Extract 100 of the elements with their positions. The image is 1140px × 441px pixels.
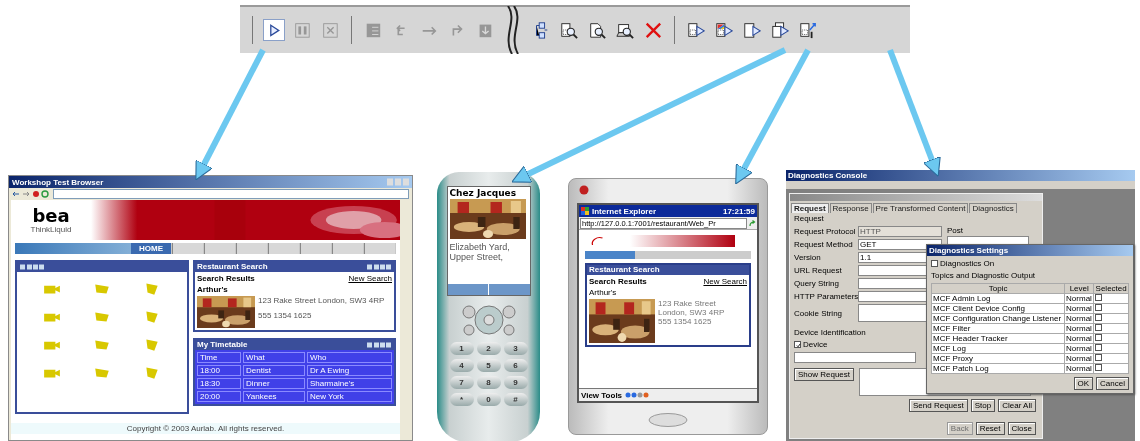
keypad-key[interactable]: 4 [449,359,474,372]
table-cell: Normal [1064,333,1094,344]
column-header: Time [197,352,242,363]
pages-play-icon[interactable] [769,19,791,41]
keypad-key[interactable]: 3 [503,342,528,355]
window-title: Diagnostics Console [788,171,868,180]
nav-tab[interactable] [364,243,395,254]
checkbox[interactable] [1095,344,1103,351]
logo: bea [32,206,70,225]
toolbar-icons[interactable] [625,392,650,398]
tab[interactable]: Diagnostics [969,203,1017,213]
table-cell: 20:00 [197,391,242,402]
start-icon[interactable] [581,207,589,215]
keypad-key[interactable]: 2 [476,342,501,355]
restaurant-name: Arthur's [197,285,228,294]
column-header: Selected [1093,283,1129,294]
action-button[interactable]: Reset [975,422,1005,435]
address-field[interactable] [53,189,409,199]
restaurant-address: 123 Rake Street London, SW3 4RP [258,296,385,305]
keypad-key[interactable]: 8 [476,376,501,389]
checkbox[interactable] [794,341,801,348]
field-label: Query String [794,279,840,288]
table-cell: MCF Client Device Config [931,303,1065,314]
keypad-key[interactable]: 7 [449,376,474,389]
category-icon[interactable] [93,310,111,324]
group-label: Topics and Diagnostic Output [931,271,1036,280]
section-label: Device Identification [794,328,866,337]
nav-tab[interactable] [268,243,299,254]
show-request-button[interactable]: Show Request [794,368,855,381]
navigation-button-icon[interactable] [648,413,688,427]
tab[interactable]: Response [829,203,872,213]
action-button[interactable]: Send Request [909,399,968,412]
table-cell: Sharmaine's [306,378,392,389]
navigation-icon[interactable] [12,190,50,198]
new-search-link[interactable]: New Search [703,277,747,286]
window-buttons-icon[interactable] [366,342,392,348]
menu-bar-text[interactable]: View Tools [581,390,623,400]
keypad-key[interactable]: # [503,393,528,406]
action-button[interactable]: Close [1007,422,1036,435]
new-search-link[interactable]: New Search [348,274,392,283]
portlet-title: Restaurant Search [589,265,660,275]
column-header: Topic [931,283,1065,294]
restaurant-name: Chez Jacques [449,188,518,198]
category-icon[interactable] [93,338,111,352]
dropdown-field[interactable] [794,352,916,363]
column-header: Who [306,352,392,363]
nav-tab[interactable]: HOME [131,243,171,254]
action-button[interactable]: Stop [970,399,996,412]
table-cell: Normal [1064,323,1094,334]
go-icon[interactable] [749,219,756,227]
restaurant-name: Arthur's [589,288,617,297]
nav-tab[interactable] [204,243,235,254]
power-icon[interactable] [579,185,589,195]
checkbox[interactable] [1095,354,1103,361]
field-label: HTTP Parameters [794,292,858,301]
category-icon[interactable] [93,282,111,296]
table-cell: Dr A Ewing [306,365,392,376]
keypad-key[interactable]: 9 [503,376,528,389]
field-label: Request Method [794,240,854,249]
table-cell: Normal [1064,343,1094,354]
field-label: Cookie String [794,308,844,318]
checkbox[interactable] [931,260,938,267]
table-cell: Yankees [243,391,305,402]
action-button[interactable]: Clear All [998,399,1036,412]
table-cell: MCF Header Tracker [931,333,1065,344]
category-icon[interactable] [93,366,111,380]
checkbox[interactable] [1095,294,1103,301]
window-buttons-icon[interactable] [366,264,392,270]
play-icon[interactable] [263,19,285,41]
keypad-key[interactable]: 0 [476,393,501,406]
address-line: 555 1354 1625 [658,317,713,326]
keypad-key[interactable]: * [449,393,474,406]
dialog-button[interactable]: Cancel [1096,377,1129,390]
address-line: 123 Rake Street [658,299,717,308]
portlet-title: Restaurant Search [197,262,268,272]
window-buttons-icon[interactable] [19,264,45,270]
nav-tab[interactable] [236,243,267,254]
checkbox[interactable] [1095,334,1103,341]
keypad-key[interactable]: 5 [476,359,501,372]
keypad-key[interactable]: 6 [503,359,528,372]
nav-tab[interactable] [300,243,331,254]
tab[interactable]: Pre Transformed Content [872,203,969,213]
dialog-button[interactable]: OK [1073,377,1094,390]
navigation-pad-icon[interactable] [460,304,517,336]
tab[interactable]: Request [791,203,829,213]
table-cell: Dentist [243,365,305,376]
nav-tab[interactable] [172,243,203,254]
dialog-title: Diagnostics Settings [927,245,1133,256]
checkbox[interactable] [1095,314,1103,321]
address-line: Elizabeth Yard, [449,242,511,253]
checkbox[interactable] [1095,324,1103,331]
table-cell: MCF Configuration Change Listener [931,313,1065,324]
checkbox[interactable] [1095,304,1103,311]
restaurant-phone: 555 1354 1625 [258,311,313,320]
checkbox[interactable] [1095,364,1103,371]
table-cell: Normal [1064,363,1094,374]
nav-tab[interactable] [332,243,363,254]
table-cell: MCF Filter [931,323,1065,334]
checkbox-label: Diagnostics On [940,259,995,268]
keypad-key[interactable]: 1 [449,342,474,355]
